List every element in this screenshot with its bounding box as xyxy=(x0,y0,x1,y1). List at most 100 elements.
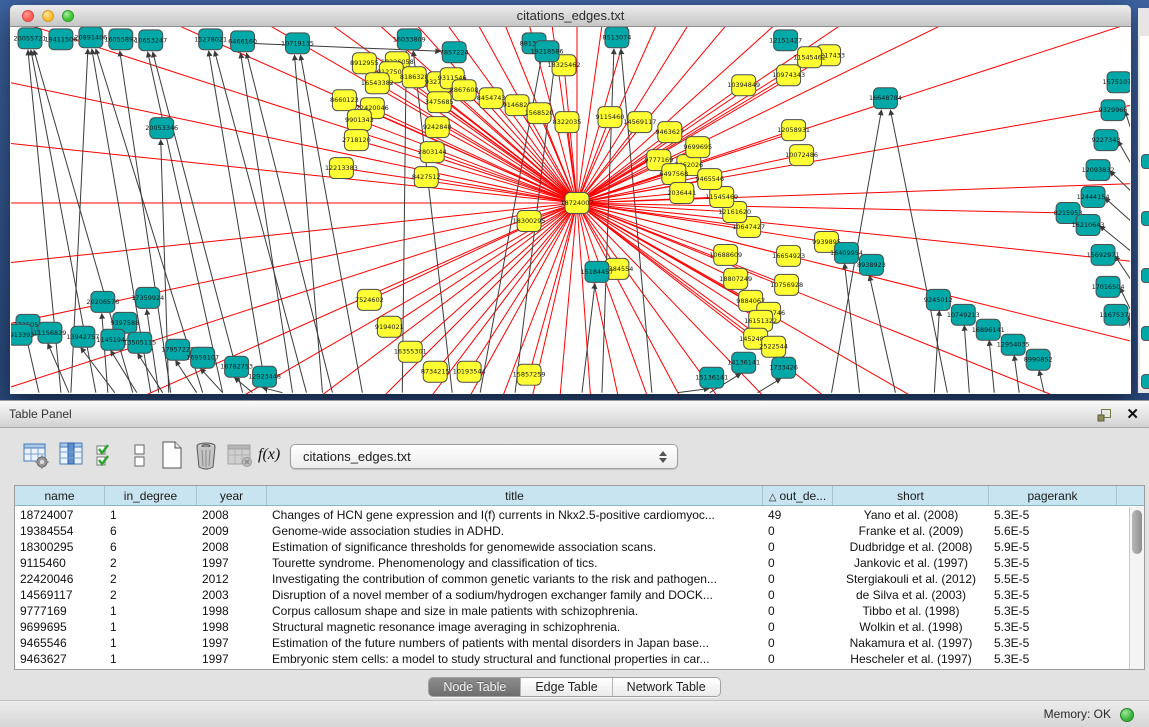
table-row[interactable]: 1456911722003Disruption of a novel membe… xyxy=(15,587,1129,603)
graph-node[interactable]: 10072486 xyxy=(785,145,818,166)
graph-node[interactable]: 3475685 xyxy=(425,92,454,113)
graph-node[interactable]: 10653247 xyxy=(134,30,167,51)
table-panel-titlebar[interactable]: Table Panel ✕ xyxy=(0,401,1149,428)
tab-edge-table[interactable]: Edge Table xyxy=(521,678,612,696)
graph-node[interactable]: 16958107 xyxy=(186,347,219,368)
graph-node[interactable]: 9242848 xyxy=(423,117,452,138)
close-panel-icon[interactable]: ✕ xyxy=(1126,407,1139,422)
delete-trash-icon[interactable] xyxy=(192,440,220,470)
graph-node[interactable]: 10974343 xyxy=(772,65,805,86)
graph-node[interactable]: 13505115 xyxy=(123,332,156,353)
graph-node[interactable]: 15278021 xyxy=(194,29,227,50)
graph-node[interactable]: 8427512 xyxy=(412,167,441,188)
graph-node[interactable]: 12444154 xyxy=(1077,187,1110,208)
graph-node[interactable]: 9194021 xyxy=(375,316,404,337)
float-panel-icon[interactable] xyxy=(1097,408,1112,422)
graph-node[interactable]: 16210643 xyxy=(1072,214,1105,235)
graph-node[interactable]: 2803144 xyxy=(418,142,447,163)
table-row[interactable]: 2242004622012Investigating the contribut… xyxy=(15,571,1129,587)
graph-node[interactable]: 20055721 xyxy=(13,28,46,49)
table-row[interactable]: 946554611997Estimation of the future num… xyxy=(15,635,1129,651)
graph-node[interactable]: 20206576 xyxy=(86,291,119,312)
tab-network-table[interactable]: Network Table xyxy=(613,678,720,696)
graph-node[interactable]: 20891406 xyxy=(74,27,107,48)
graph-node[interactable]: 15184457 xyxy=(580,261,613,282)
graph-node[interactable]: 8513074 xyxy=(603,27,632,48)
graph-node[interactable]: 19411506 xyxy=(44,29,77,50)
graph-node[interactable]: 15136141 xyxy=(695,367,728,388)
graph-node[interactable]: 2867608 xyxy=(450,80,479,101)
graph-node[interactable]: 12954035 xyxy=(997,334,1030,355)
graph-node[interactable]: 8454743 xyxy=(477,88,506,109)
graph-node[interactable]: 8938923 xyxy=(857,254,886,275)
table-scrollbar[interactable] xyxy=(1129,507,1144,669)
graph-node[interactable]: 11545462 xyxy=(793,47,826,68)
graph-node[interactable]: 14136141 xyxy=(727,352,760,373)
graph-node[interactable]: 7524602 xyxy=(355,289,384,310)
graph-node[interactable]: 8990852 xyxy=(1024,349,1053,370)
graph-node[interactable]: 8322035 xyxy=(553,112,582,133)
graph-node[interactable]: 12213383 xyxy=(325,158,358,179)
graph-node[interactable]: 12093832 xyxy=(1082,160,1115,181)
graph-node[interactable]: 16055892 xyxy=(104,29,137,50)
graph-node[interactable]: 3913393 xyxy=(11,324,34,345)
graph-node[interactable]: 7857224 xyxy=(440,42,469,63)
graph-node[interactable]: 9329966 xyxy=(1099,100,1128,121)
window-titlebar[interactable]: citations_edges.txt xyxy=(10,5,1131,27)
graph-node[interactable]: 15751074 xyxy=(1103,72,1130,93)
table-selector-dropdown[interactable]: citations_edges.txt xyxy=(290,444,678,469)
graph-node[interactable]: 9227343 xyxy=(1092,130,1121,151)
graph-node[interactable]: 16896141 xyxy=(972,319,1005,340)
graph-node[interactable]: 16654923 xyxy=(772,245,805,266)
graph-node[interactable]: 9699695 xyxy=(683,137,712,158)
graph-node[interactable]: 6497568 xyxy=(659,164,688,185)
graph-node[interactable]: 14569117 xyxy=(623,112,656,133)
background-window-sliver[interactable] xyxy=(1137,8,1149,393)
graph-node[interactable]: 12923448 xyxy=(248,366,281,387)
graph-node[interactable]: 16355301 xyxy=(394,341,427,362)
column-header-out_de[interactable]: △out_de... xyxy=(763,486,833,505)
graph-node[interactable]: 9465546 xyxy=(695,169,724,190)
column-header-pagerank[interactable]: pagerank xyxy=(989,486,1117,505)
graph-node[interactable]: 15692971 xyxy=(1087,244,1120,265)
column-header-in_degree[interactable]: in_degree xyxy=(105,486,197,505)
graph-node[interactable]: 9463627 xyxy=(655,122,684,143)
graph-node[interactable]: 10394849 xyxy=(727,75,760,96)
graph-node[interactable]: 11675378 xyxy=(1100,304,1130,325)
graph-node[interactable]: 16648784 xyxy=(869,88,902,109)
graph-node[interactable]: 15857259 xyxy=(513,364,546,385)
graph-node[interactable]: 10756928 xyxy=(770,274,803,295)
table-row[interactable]: 977716911998Corpus callosum shape and si… xyxy=(15,603,1129,619)
graph-node[interactable]: 8734215 xyxy=(421,361,450,382)
graph-node[interactable]: 18300295 xyxy=(513,211,546,232)
select-rows-checks-icon[interactable] xyxy=(94,440,122,470)
table-row[interactable]: 969969511998Structural magnetic resonanc… xyxy=(15,619,1129,635)
unselect-rows-icon[interactable] xyxy=(126,440,154,470)
table-row[interactable]: 946362711997Embryonic stem cells: a mode… xyxy=(15,651,1129,667)
graph-node[interactable]: 20053346 xyxy=(145,118,178,139)
graph-node[interactable]: 9245012 xyxy=(924,289,953,310)
graph-node[interactable]: 16543382 xyxy=(361,73,394,94)
column-header-title[interactable]: title xyxy=(267,486,763,505)
graph-node[interactable]: 10193544 xyxy=(453,361,486,382)
graph-node[interactable]: 19218586 xyxy=(531,41,564,62)
select-column-icon[interactable] xyxy=(58,440,86,470)
table-settings-icon[interactable] xyxy=(22,440,50,470)
graph-node[interactable]: 1568520 xyxy=(525,103,554,124)
graph-node[interactable]: 2036441 xyxy=(667,183,696,204)
graph-node[interactable]: 16033809 xyxy=(393,29,426,50)
table-row[interactable]: 911546021997Tourette syndrome. Phenomeno… xyxy=(15,555,1129,571)
graph-node[interactable]: 8912955 xyxy=(350,53,379,74)
column-header-name[interactable]: name xyxy=(15,486,105,505)
graph-node[interactable]: 10688609 xyxy=(709,244,742,265)
new-table-icon[interactable] xyxy=(158,440,186,470)
graph-node[interactable]: 11156829 xyxy=(33,322,66,343)
graph-node[interactable]: 18807249 xyxy=(719,268,752,289)
function-builder-icon[interactable]: f(x) xyxy=(258,440,286,470)
graph-node[interactable]: 2522544 xyxy=(759,336,788,357)
graph-node[interactable]: 13942757 xyxy=(66,326,99,347)
graph-hub-node[interactable]: 18724007 xyxy=(561,193,594,214)
table-row[interactable]: 1830029562008Estimation of significance … xyxy=(15,539,1129,555)
graph-node[interactable]: 8660123 xyxy=(330,90,359,111)
graph-node[interactable]: 9901343 xyxy=(345,110,374,131)
